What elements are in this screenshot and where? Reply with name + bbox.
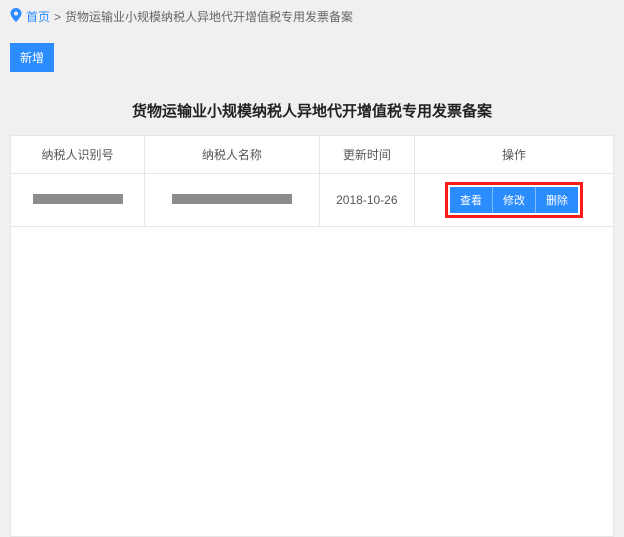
col-taxpayer-name: 纳税人名称 <box>145 136 320 174</box>
cell-taxpayer-id <box>11 174 145 227</box>
cell-actions: 查看 修改 删除 <box>414 174 613 227</box>
table-empty-area <box>10 227 614 537</box>
cell-update-time: 2018-10-26 <box>319 174 414 227</box>
col-update-time: 更新时间 <box>319 136 414 174</box>
breadcrumb-home-link[interactable]: 首页 <box>26 8 50 25</box>
col-taxpayer-id: 纳税人识别号 <box>11 136 145 174</box>
redacted-text <box>172 194 292 204</box>
view-button[interactable]: 查看 <box>450 187 493 213</box>
location-pin-icon <box>10 8 22 25</box>
records-table: 纳税人识别号 纳税人名称 更新时间 操作 2018-10-26 查看 修改 删除 <box>10 135 614 227</box>
cell-taxpayer-name <box>145 174 320 227</box>
breadcrumb: 首页 > 货物运输业小规模纳税人异地代开增值税专用发票备案 <box>0 0 624 33</box>
col-actions: 操作 <box>414 136 613 174</box>
action-buttons-highlight: 查看 修改 删除 <box>445 182 583 218</box>
page-title: 货物运输业小规模纳税人异地代开增值税专用发票备案 <box>0 100 624 121</box>
breadcrumb-separator: > <box>54 10 61 24</box>
new-button[interactable]: 新增 <box>10 43 54 72</box>
delete-button[interactable]: 删除 <box>536 187 578 213</box>
breadcrumb-current: 货物运输业小规模纳税人异地代开增值税专用发票备案 <box>65 8 353 25</box>
table-header-row: 纳税人识别号 纳税人名称 更新时间 操作 <box>11 136 614 174</box>
edit-button[interactable]: 修改 <box>493 187 536 213</box>
table-row: 2018-10-26 查看 修改 删除 <box>11 174 614 227</box>
redacted-text <box>33 194 123 204</box>
